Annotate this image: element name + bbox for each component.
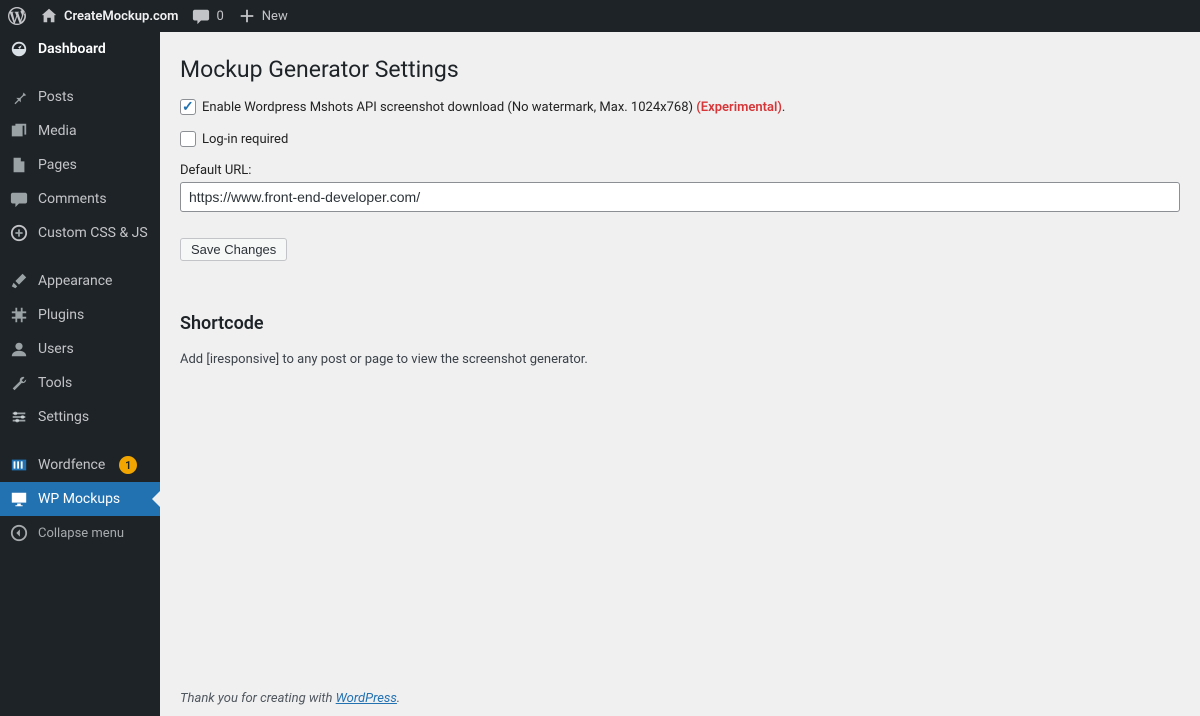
collapse-icon <box>10 524 28 542</box>
menu-label: Dashboard <box>38 41 106 57</box>
page-icon <box>10 156 28 174</box>
menu-label: Wordfence <box>38 457 105 473</box>
menu-collapse[interactable]: Collapse menu <box>0 516 160 550</box>
site-name: CreateMockup.com <box>64 9 178 24</box>
site-link[interactable]: CreateMockup.com <box>40 7 178 25</box>
page-title: Mockup Generator Settings <box>180 42 1180 99</box>
default-url-input[interactable] <box>180 182 1180 212</box>
menu-dashboard[interactable]: Dashboard <box>0 32 160 66</box>
comments-count: 0 <box>216 9 223 24</box>
menu-label: Appearance <box>38 273 112 289</box>
shortcode-title: Shortcode <box>180 313 1180 334</box>
wp-logo[interactable] <box>8 7 26 25</box>
badge: 1 <box>119 456 137 474</box>
menu-label: Settings <box>38 409 89 425</box>
menu-label: Plugins <box>38 307 84 323</box>
sidebar: Dashboard Posts Media Pages Comments Cus… <box>0 32 160 716</box>
dashboard-icon <box>10 40 28 58</box>
menu-media[interactable]: Media <box>0 114 160 148</box>
new-link[interactable]: New <box>238 7 288 25</box>
login-required-checkbox[interactable] <box>180 131 196 147</box>
monitor-icon <box>10 490 28 508</box>
comments-link[interactable]: 0 <box>192 7 223 25</box>
default-url-field: Default URL: <box>180 163 1180 212</box>
enable-mshots-label[interactable]: Enable Wordpress Mshots API screenshot d… <box>202 100 785 115</box>
menu-label: WP Mockups <box>38 491 120 507</box>
media-icon <box>10 122 28 140</box>
login-required-row: Log-in required <box>180 131 1180 147</box>
menu-comments[interactable]: Comments <box>0 182 160 216</box>
menu-tools[interactable]: Tools <box>0 366 160 400</box>
shield-icon <box>10 456 28 474</box>
menu-label: Posts <box>38 89 74 105</box>
menu-posts[interactable]: Posts <box>0 80 160 114</box>
wordpress-icon <box>8 7 26 25</box>
menu-plugins[interactable]: Plugins <box>0 298 160 332</box>
menu-label: Users <box>38 341 74 357</box>
comment-icon <box>192 7 210 25</box>
plus-icon <box>238 7 256 25</box>
home-icon <box>40 7 58 25</box>
main-content: Mockup Generator Settings Enable Wordpre… <box>160 32 1200 716</box>
menu-settings[interactable]: Settings <box>0 400 160 434</box>
admin-bar: CreateMockup.com 0 New <box>0 0 1200 32</box>
menu-wp-mockups[interactable]: WP Mockups <box>0 482 160 516</box>
menu-users[interactable]: Users <box>0 332 160 366</box>
default-url-label: Default URL: <box>180 163 1180 178</box>
pin-icon <box>10 88 28 106</box>
menu-pages[interactable]: Pages <box>0 148 160 182</box>
footer: Thank you for creating with WordPress. <box>160 681 1200 716</box>
menu-label: Comments <box>38 191 107 207</box>
footer-text: Thank you for creating with <box>180 691 336 706</box>
shortcode-desc: Add [iresponsive] to any post or page to… <box>180 352 1180 367</box>
wrench-icon <box>10 374 28 392</box>
user-icon <box>10 340 28 358</box>
wordpress-link[interactable]: WordPress <box>336 691 397 706</box>
new-label: New <box>262 9 288 24</box>
save-button[interactable]: Save Changes <box>180 238 287 261</box>
enable-mshots-row: Enable Wordpress Mshots API screenshot d… <box>180 99 1180 115</box>
plus-circle-icon <box>10 224 28 242</box>
comment-icon <box>10 190 28 208</box>
menu-label: Collapse menu <box>38 526 124 541</box>
brush-icon <box>10 272 28 290</box>
menu-label: Pages <box>38 157 77 173</box>
experimental-tag: (Experimental) <box>696 100 782 115</box>
menu-custom-css[interactable]: Custom CSS & JS <box>0 216 160 250</box>
menu-label: Media <box>38 123 77 139</box>
login-required-label[interactable]: Log-in required <box>202 132 288 147</box>
menu-label: Tools <box>38 375 72 391</box>
plugin-icon <box>10 306 28 324</box>
menu-wordfence[interactable]: Wordfence 1 <box>0 448 160 482</box>
sliders-icon <box>10 408 28 426</box>
menu-label: Custom CSS & JS <box>38 225 148 241</box>
enable-mshots-checkbox[interactable] <box>180 99 196 115</box>
menu-appearance[interactable]: Appearance <box>0 264 160 298</box>
